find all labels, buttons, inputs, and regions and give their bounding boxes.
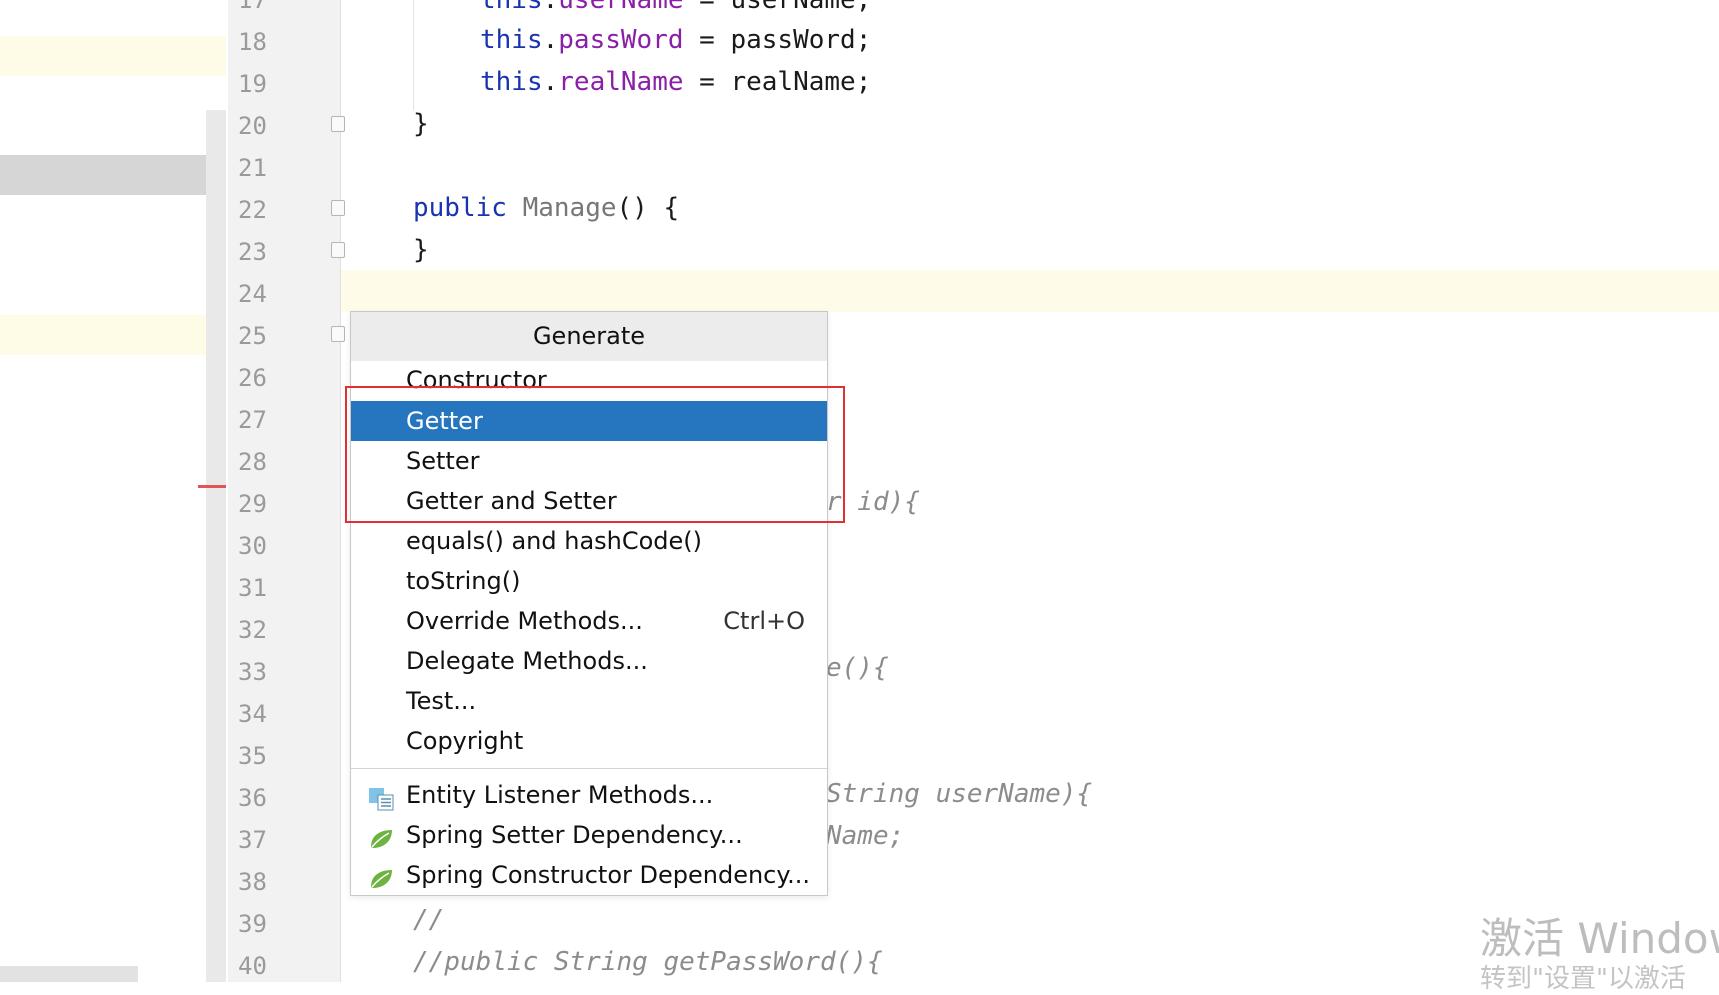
menu-item-label: Setter <box>406 447 480 475</box>
menu-item-label: Spring Setter Dependency... <box>406 821 743 849</box>
activation-watermark-subtitle: 转到"设置"以激活 <box>1480 964 1686 994</box>
line-number: 33 <box>238 658 267 686</box>
code-line-23: } <box>413 235 429 265</box>
line-number: 20 <box>238 112 267 140</box>
line-number: 30 <box>238 532 267 560</box>
menu-item-label: Delegate Methods... <box>406 647 648 675</box>
line-number: 27 <box>238 406 267 434</box>
line-number: 35 <box>238 742 267 770</box>
menu-item-label: Getter <box>406 407 483 435</box>
code-line-22: public Manage() { <box>413 187 679 229</box>
menu-item-label: Spring Constructor Dependency... <box>406 861 811 889</box>
line-number: 24 <box>238 280 267 308</box>
keyword: this <box>480 67 543 97</box>
code-line-18: this.passWord = passWord; <box>480 19 871 61</box>
entity-listener-icon <box>368 783 394 811</box>
line-number: 38 <box>238 868 267 896</box>
popup-title: Generate <box>351 312 827 361</box>
menu-item-label: Getter and Setter <box>406 487 617 515</box>
line-number: 40 <box>238 952 267 980</box>
menu-item-label: equals() and hashCode() <box>406 527 703 555</box>
menu-item-test[interactable]: Test... <box>351 681 827 721</box>
menu-item-label: Copyright <box>406 727 524 755</box>
menu-item-constructor[interactable]: Constructor <box>351 360 827 400</box>
keyword: this <box>480 25 543 55</box>
code-line-29-tail: r id){ <box>826 487 920 517</box>
menu-item-delegate-methods[interactable]: Delegate Methods... <box>351 641 827 681</box>
line-number: 22 <box>238 196 267 224</box>
menu-item-label: Constructor <box>406 366 547 394</box>
activation-watermark: 激活 Window <box>1480 914 1719 963</box>
line-number: 26 <box>238 364 267 392</box>
line-number: 19 <box>238 70 267 98</box>
code-line-40: //public String getPassWord(){ <box>413 947 883 977</box>
menu-item-getter-and-setter[interactable]: Getter and Setter <box>351 481 827 521</box>
line-number: 31 <box>238 574 267 602</box>
code-token: () { <box>616 193 680 223</box>
field-name: userName <box>558 0 684 15</box>
line-number: 34 <box>238 700 267 728</box>
panel-selected-row[interactable] <box>0 155 226 195</box>
menu-item-label: Override Methods... <box>406 607 643 635</box>
menu-item-override-methods[interactable]: Override Methods... Ctrl+O <box>351 601 827 641</box>
code-token: . <box>542 0 559 15</box>
menu-item-entity-listener-methods[interactable]: Entity Listener Methods... <box>351 775 827 815</box>
code-token: = realName; <box>683 67 872 97</box>
error-stripe-marker <box>198 485 226 488</box>
spring-leaf-icon <box>368 823 394 848</box>
menu-item-spring-setter-dependency[interactable]: Spring Setter Dependency... <box>351 815 827 855</box>
menu-item-setter[interactable]: Setter <box>351 441 827 481</box>
code-line-36-tail: String userName){ <box>826 779 1093 809</box>
menu-item-spring-constructor-dependency[interactable]: Spring Constructor Dependency... <box>351 855 827 895</box>
panel-scrollbar[interactable] <box>206 110 226 982</box>
keyword: public <box>413 193 507 223</box>
line-number: 17 <box>238 0 267 14</box>
code-line-39: // <box>413 905 445 935</box>
panel-highlight-row <box>0 315 226 355</box>
code-token: . <box>542 67 559 97</box>
menu-separator <box>351 768 827 769</box>
line-number: 23 <box>238 238 267 266</box>
menu-item-tostring[interactable]: toString() <box>351 561 827 601</box>
line-number: 28 <box>238 448 267 476</box>
menu-item-getter[interactable]: Getter <box>351 401 827 441</box>
line-number: 32 <box>238 616 267 644</box>
line-number: 25 <box>238 322 267 350</box>
code-token: . <box>542 25 559 55</box>
menu-item-label: Test... <box>406 687 477 715</box>
panel-bottom-bar <box>0 966 138 982</box>
field-name: realName <box>558 67 684 97</box>
line-number: 29 <box>238 490 267 518</box>
generate-popup: Generate Constructor Getter Setter Gette… <box>350 311 828 896</box>
field-name: passWord <box>558 25 684 55</box>
spring-leaf-icon <box>368 863 394 888</box>
line-number: 39 <box>238 910 267 938</box>
line-number: 36 <box>238 784 267 812</box>
menu-item-label: toString() <box>406 567 521 595</box>
panel-highlight-row <box>0 36 226 76</box>
code-line-37-tail: Name; <box>826 821 905 851</box>
method-name: Manage <box>522 193 617 223</box>
code-line-19: this.realName = realName; <box>480 61 871 103</box>
menu-item-equals-hashcode[interactable]: equals() and hashCode() <box>351 521 827 561</box>
line-number: 21 <box>238 154 267 182</box>
code-token: = userName; <box>683 0 872 15</box>
line-number: 37 <box>238 826 267 854</box>
code-token: = passWord; <box>683 25 872 55</box>
code-line-33-tail: e(){ <box>826 653 889 683</box>
left-tool-panel <box>0 0 226 982</box>
menu-item-shortcut: Ctrl+O <box>723 607 805 635</box>
menu-item-copyright[interactable]: Copyright <box>351 721 827 761</box>
code-line-17: this.userName = userName; <box>480 0 871 21</box>
line-number: 18 <box>238 28 267 56</box>
menu-item-label: Entity Listener Methods... <box>406 781 714 809</box>
code-line-20: } <box>413 109 429 139</box>
keyword: this <box>480 0 543 15</box>
